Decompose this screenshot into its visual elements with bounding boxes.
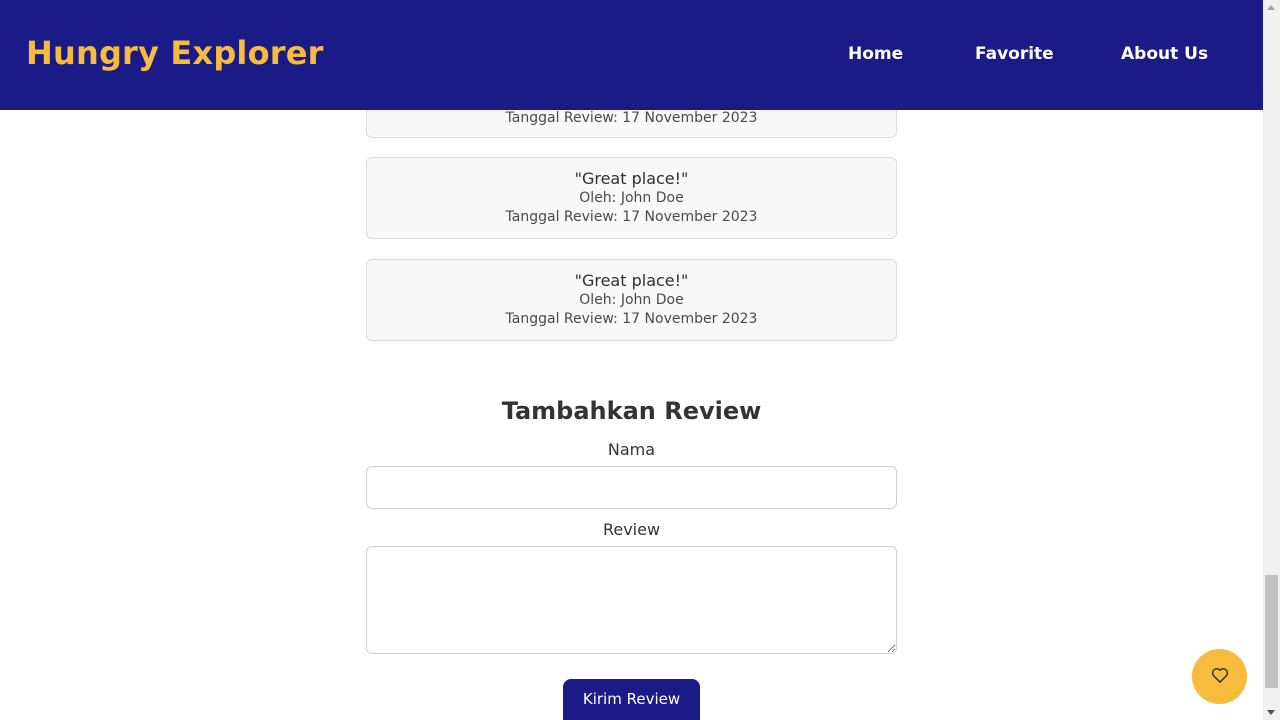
review-date: Tanggal Review: 17 November 2023: [505, 311, 758, 327]
review-author: Oleh: John Doe: [579, 190, 684, 206]
page: Tanggal Review: 17 November 2023 "Great …: [0, 0, 1263, 720]
brand-logo[interactable]: Hungry Explorer: [26, 34, 324, 72]
site-header: Hungry Explorer Home Favorite About Us: [0, 0, 1263, 110]
name-label: Nama: [607, 440, 656, 459]
favorite-fab-button[interactable]: [1192, 649, 1247, 704]
review-date: Tanggal Review: 17 November 2023: [505, 110, 758, 126]
review-quote: "Great place!": [574, 169, 689, 188]
review-quote: "Great place!": [574, 271, 689, 290]
name-input[interactable]: [366, 466, 897, 509]
review-card: "Great place!" Oleh: John Doe Tanggal Re…: [366, 259, 897, 341]
vertical-scrollbar[interactable]: [1263, 0, 1280, 720]
scroll-down-arrow-icon[interactable]: [1267, 710, 1275, 715]
review-textarea[interactable]: [366, 546, 897, 654]
nav-home[interactable]: Home: [848, 44, 903, 64]
review-label: Review: [602, 520, 661, 539]
nav-favorite[interactable]: Favorite: [975, 44, 1054, 64]
nav-about-us[interactable]: About Us: [1121, 44, 1208, 64]
scroll-up-arrow-icon[interactable]: [1267, 5, 1275, 10]
scrollbar-thumb[interactable]: [1265, 575, 1278, 688]
form-title: Tambahkan Review: [501, 397, 762, 425]
review-author: Oleh: John Doe: [579, 292, 684, 308]
submit-review-button[interactable]: Kirim Review: [563, 679, 700, 720]
review-date: Tanggal Review: 17 November 2023: [505, 209, 758, 225]
review-card: "Great place!" Oleh: John Doe Tanggal Re…: [366, 157, 897, 239]
heart-icon: [1210, 665, 1230, 688]
